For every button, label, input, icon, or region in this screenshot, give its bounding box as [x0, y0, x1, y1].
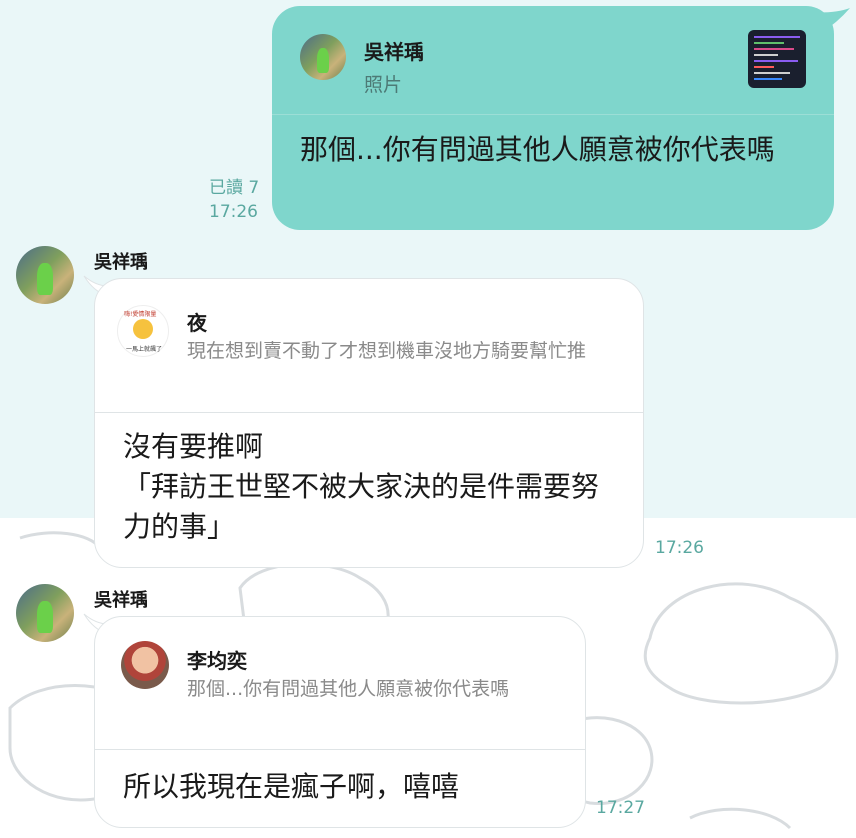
reply-content-type: 照片 [364, 74, 403, 96]
incoming-reply-preview[interactable]: 嗨!愛情限量 一馬上就飆了 夜 現在想到賣不動了才想到機車沒地方騎要幫忙推 [95, 279, 643, 413]
incoming-message-bubble[interactable]: 李均奕 那個...你有問過其他人願意被你代表嗎 所以我現在是瘋子啊，嘻嘻 [94, 616, 586, 828]
sender-avatar[interactable] [16, 584, 74, 642]
outgoing-time: 17:26 [209, 202, 258, 222]
incoming-reply-preview[interactable]: 李均奕 那個...你有問過其他人願意被你代表嗎 [95, 617, 585, 750]
outgoing-meta: 已讀 7 17:26 [209, 176, 259, 224]
incoming-message-text: 所以我現在是瘋子啊，嘻嘻 [123, 770, 460, 803]
sender-name: 吳祥瑀 [94, 252, 148, 273]
read-receipt: 已讀 7 [209, 178, 260, 198]
incoming-time: 17:26 [655, 538, 704, 558]
incoming-message-text: 沒有要推啊 「拜訪王世堅不被大家決的是件需要努力的事」 [123, 430, 600, 543]
sender-name: 吳祥瑀 [94, 590, 148, 611]
sticker-avatar: 嗨!愛情限量 一馬上就飆了 [117, 305, 169, 357]
reply-avatar [300, 34, 346, 80]
reply-avatar [121, 641, 169, 689]
photo-thumbnail[interactable] [748, 30, 806, 88]
incoming-message-bubble[interactable]: 嗨!愛情限量 一馬上就飆了 夜 現在想到賣不動了才想到機車沒地方騎要幫忙推 沒有… [94, 278, 644, 568]
reply-excerpt: 那個...你有問過其他人願意被你代表嗎 [187, 678, 510, 700]
reply-sender-name: 吳祥瑀 [364, 40, 424, 64]
sender-avatar[interactable] [16, 246, 74, 304]
reply-excerpt: 現在想到賣不動了才想到機車沒地方騎要幫忙推 [187, 340, 587, 362]
reply-sender-name: 李均奕 [187, 649, 247, 673]
reply-sender-name: 夜 [187, 311, 207, 335]
outgoing-message-text: 那個...你有問過其他人願意被你代表嗎 [300, 133, 775, 166]
outgoing-reply-preview[interactable]: 吳祥瑀 照片 [272, 6, 834, 115]
outgoing-message-bubble[interactable]: 吳祥瑀 照片 那個...你有問過其他人願意被你代表嗎 [272, 6, 834, 230]
sticker-face-icon [133, 319, 153, 339]
incoming-time: 17:27 [596, 798, 645, 818]
